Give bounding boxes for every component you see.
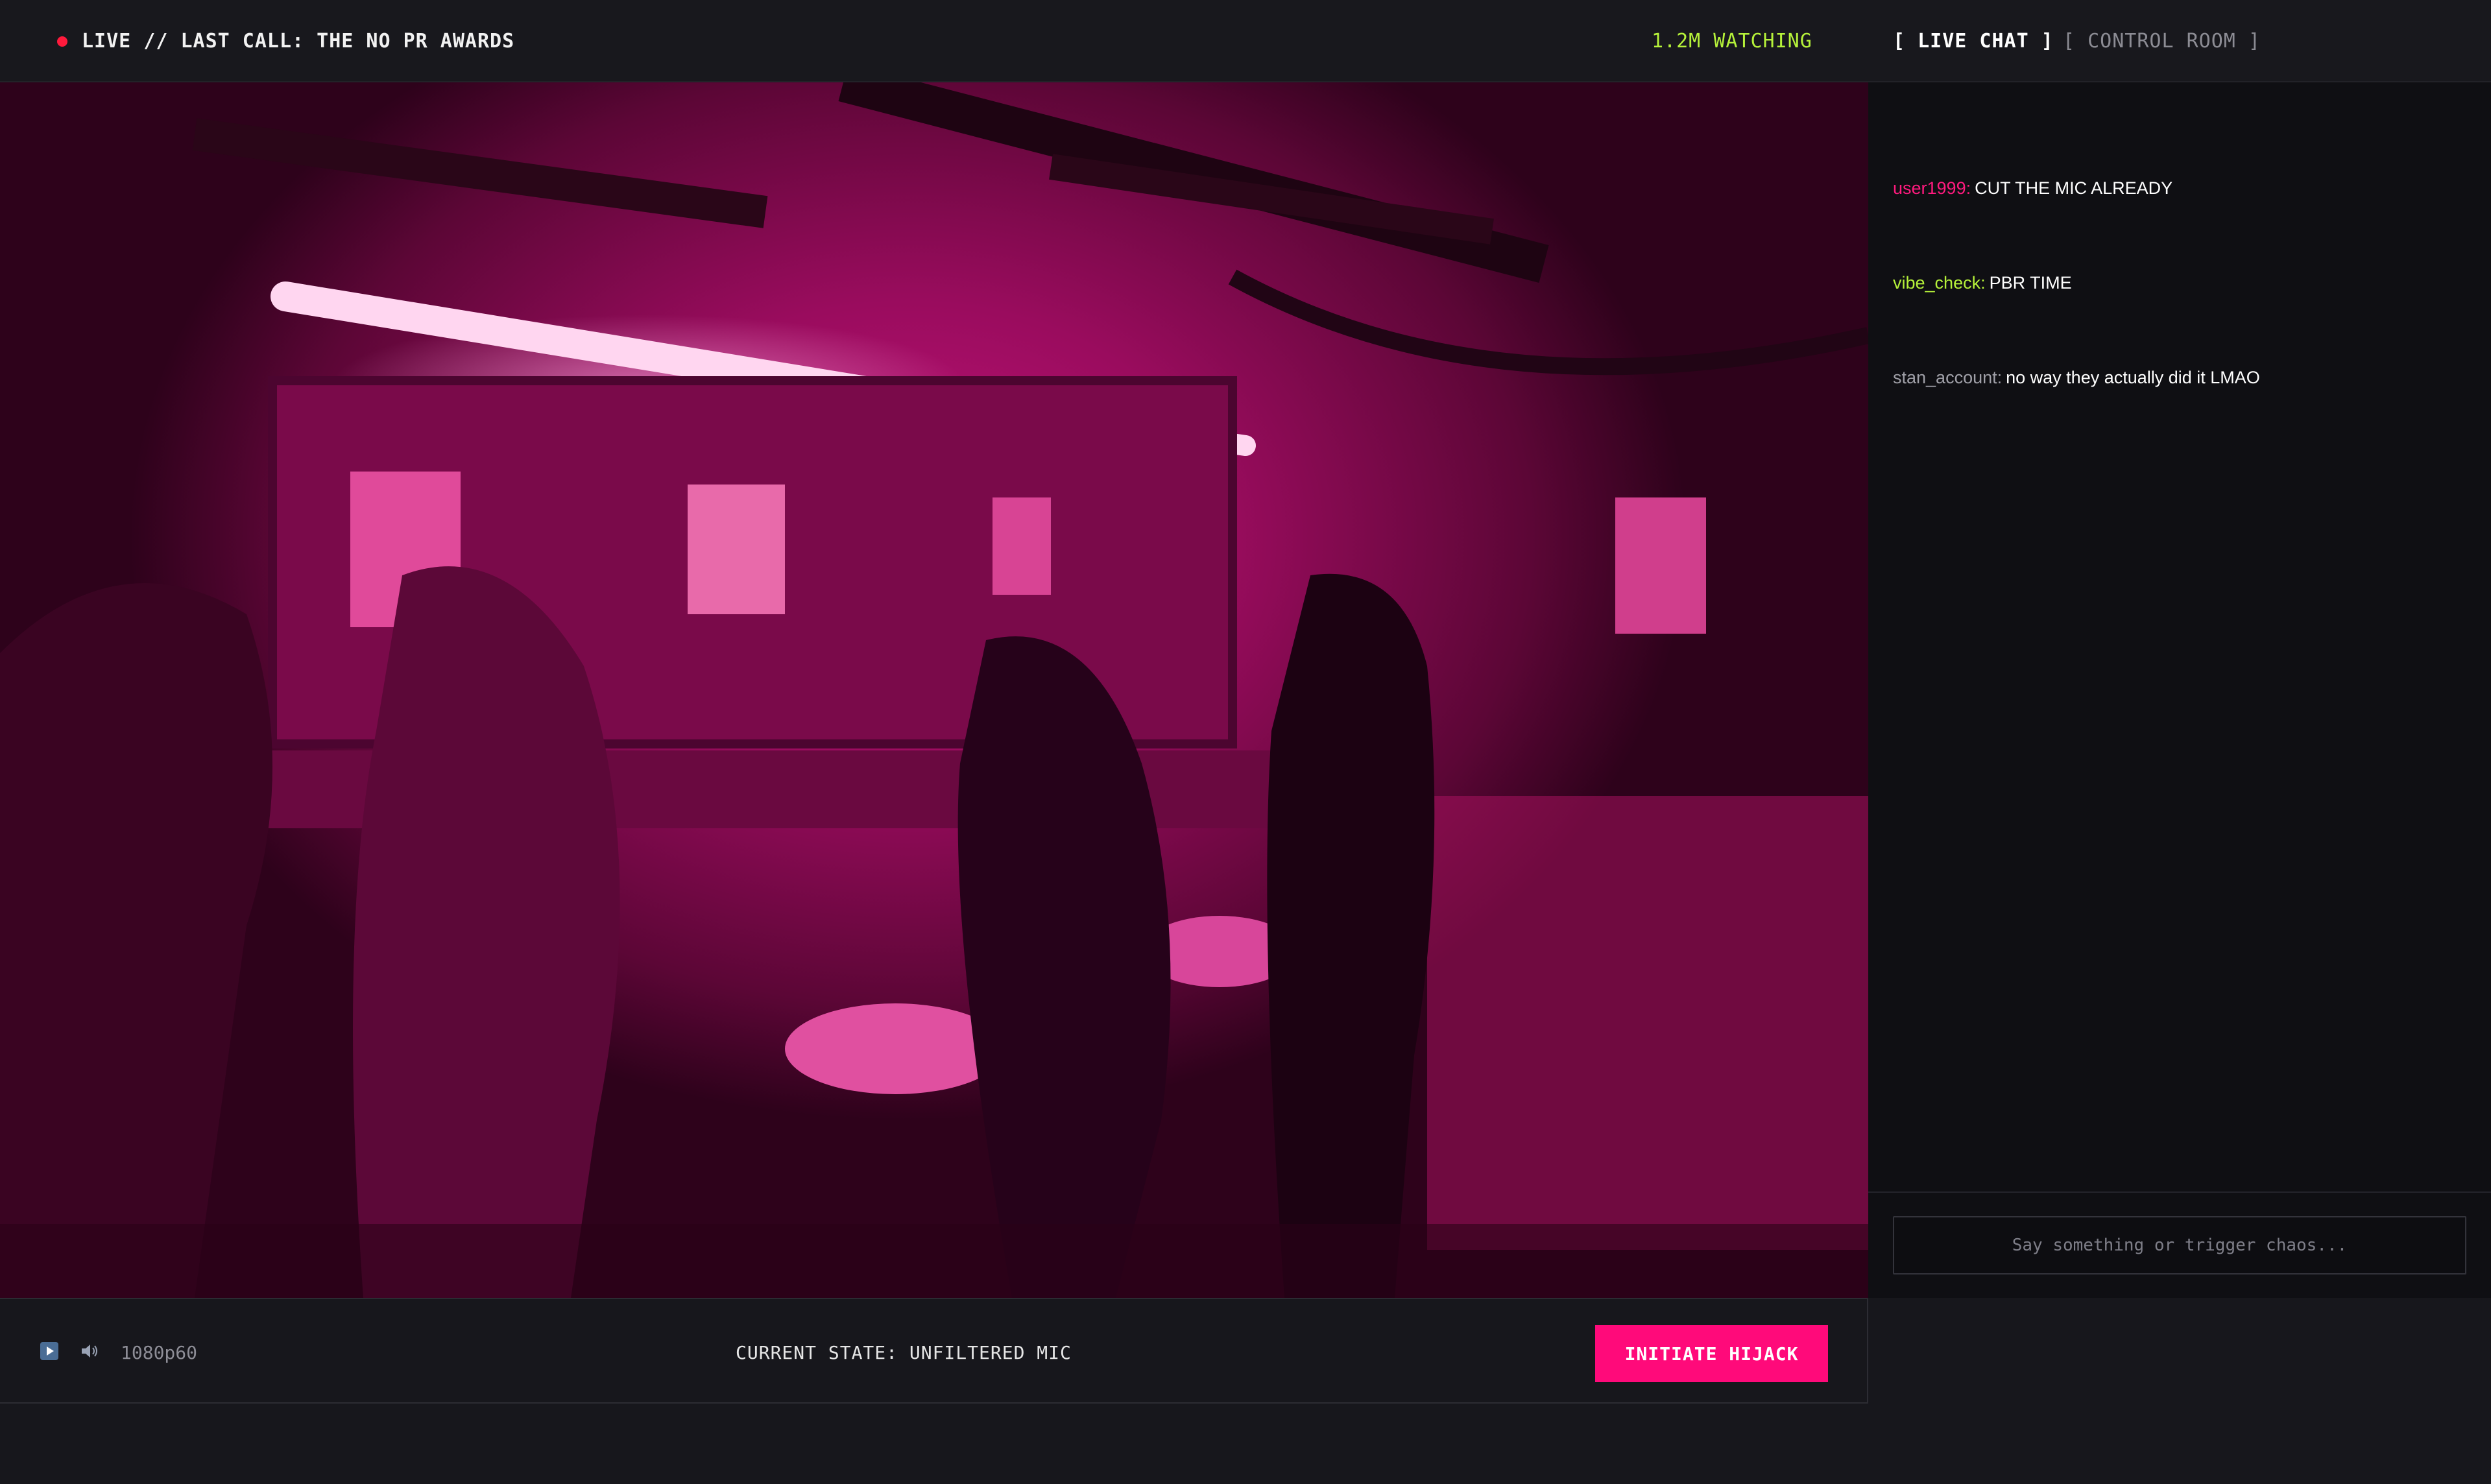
person-silhouette bbox=[0, 583, 272, 1298]
chat-message: stan_account: no way they actually did it… bbox=[1893, 368, 2260, 388]
chat-input-area bbox=[1868, 1191, 2491, 1298]
viewer-count: 1.2M WATCHING bbox=[1652, 30, 1812, 53]
tile-wall bbox=[1427, 796, 1868, 1250]
control-bar: 1080p60 CURRENT STATE: UNFILTERED MIC IN… bbox=[0, 1298, 1868, 1404]
initiate-hijack-button[interactable]: INITIATE HIJACK bbox=[1595, 1325, 1828, 1382]
quality-indicator: 1080p60 bbox=[121, 1342, 198, 1363]
poster bbox=[688, 485, 785, 614]
chat-message-text: PBR TIME bbox=[1989, 273, 2072, 293]
volume-icon[interactable] bbox=[80, 1342, 100, 1360]
floor bbox=[0, 1224, 1868, 1298]
person-silhouette bbox=[1267, 573, 1435, 1298]
video-player[interactable] bbox=[0, 82, 1868, 1298]
ceiling-pipe bbox=[1228, 269, 1868, 376]
tab-control-room[interactable]: [ CONTROL ROOM ] bbox=[2063, 30, 2261, 53]
chat-message: vibe_check: PBR TIME bbox=[1893, 273, 2072, 293]
ceiling-pipe bbox=[192, 118, 768, 228]
chat-panel: user1999: CUT THE MIC ALREADY vibe_check:… bbox=[1868, 82, 2491, 1298]
poster bbox=[993, 497, 1051, 595]
person-silhouette bbox=[353, 566, 620, 1298]
speaker-icon bbox=[82, 1345, 97, 1358]
tab-live-chat[interactable]: [ LIVE CHAT ] bbox=[1893, 30, 2054, 53]
chat-username[interactable]: vibe_check: bbox=[1893, 273, 1986, 293]
current-state: CURRENT STATE: UNFILTERED MIC bbox=[736, 1342, 1072, 1363]
video-frame bbox=[0, 82, 1868, 1298]
play-icon[interactable] bbox=[40, 1342, 58, 1360]
chat-username[interactable]: stan_account: bbox=[1893, 368, 2002, 387]
chat-message-text: CUT THE MIC ALREADY bbox=[1975, 178, 2173, 198]
chat-input[interactable] bbox=[1893, 1216, 2466, 1275]
poster bbox=[1615, 497, 1706, 634]
top-bar: LIVE // LAST CALL: THE NO PR AWARDS 1.2M… bbox=[0, 0, 2491, 82]
stream-title: LIVE // LAST CALL: THE NO PR AWARDS bbox=[82, 30, 515, 53]
chat-username[interactable]: user1999: bbox=[1893, 178, 1971, 198]
chat-message: user1999: CUT THE MIC ALREADY bbox=[1893, 178, 2172, 198]
chat-message-text: no way they actually did it LMAO bbox=[2006, 368, 2260, 387]
live-indicator-icon bbox=[57, 36, 67, 47]
